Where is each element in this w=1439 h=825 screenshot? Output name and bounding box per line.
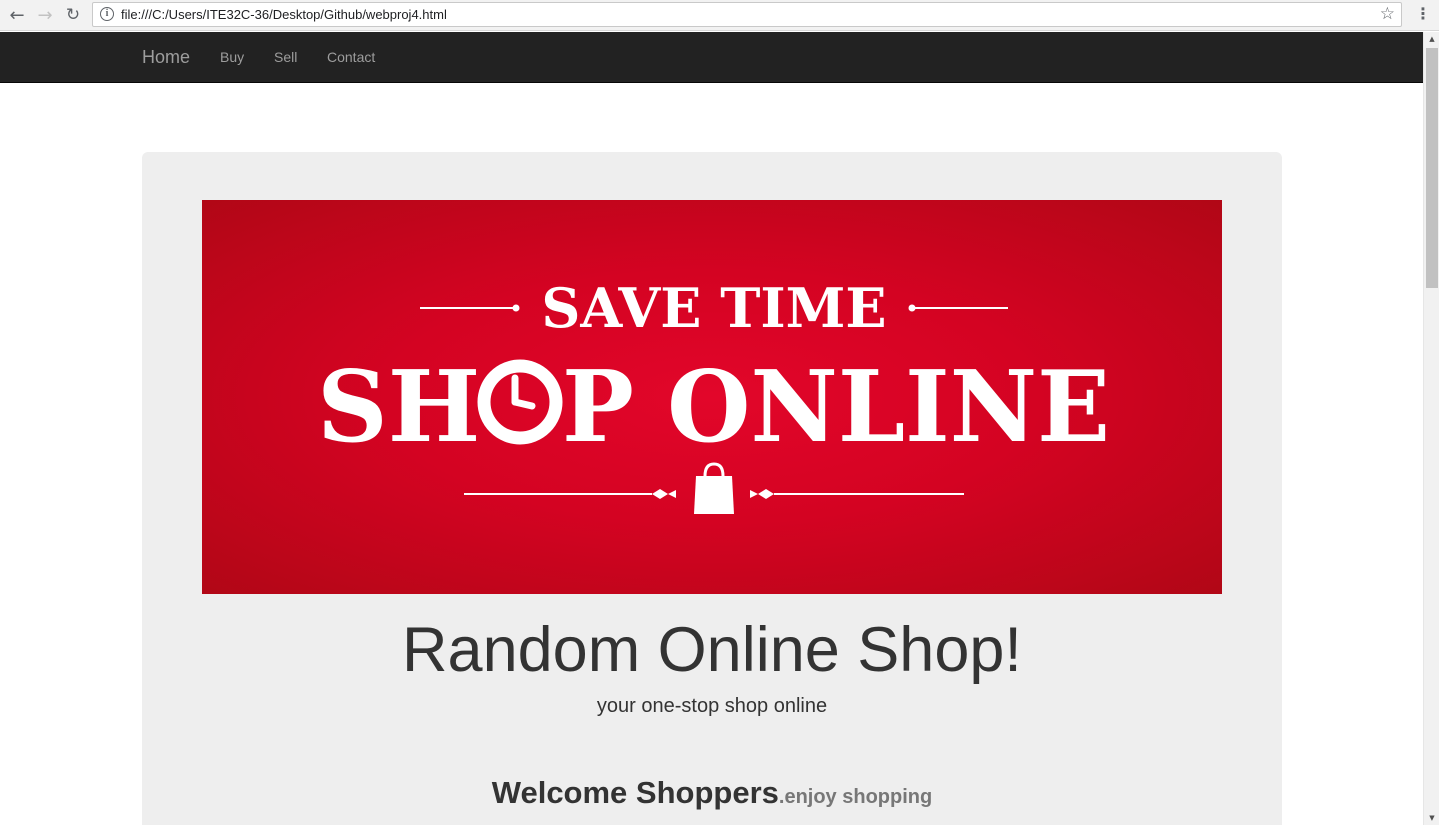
bookmark-star-icon[interactable]: ☆ — [1380, 4, 1395, 24]
welcome-subtext: .enjoy shopping — [778, 786, 933, 808]
nav-contact-link[interactable]: Contact — [327, 49, 375, 65]
jumbotron: SAVE TIME SH P ONLINE Random Online Shop… — [142, 152, 1282, 825]
browser-toolbar: ← → ↻ i file:///C:/Users/ITE32C-36/Deskt… — [0, 0, 1439, 31]
back-arrow-icon[interactable]: ← — [5, 3, 29, 27]
scroll-up-arrow-icon[interactable]: ▲ — [1424, 32, 1439, 46]
nav-buy-link[interactable]: Buy — [220, 49, 244, 65]
page-headline: Random Online Shop! — [402, 615, 1022, 685]
page-scrollbar[interactable]: ▲ ▼ — [1423, 32, 1439, 825]
banner-line2-part2: P ONLINE — [562, 350, 1110, 465]
page-tagline: your one-stop shop online — [596, 695, 828, 717]
welcome-text: Welcome Shoppers — [491, 775, 779, 810]
forward-arrow-icon[interactable]: → — [33, 3, 57, 27]
shopping-bag-icon — [694, 462, 734, 514]
address-bar[interactable]: i file:///C:/Users/ITE32C-36/Desktop/Git… — [92, 2, 1402, 27]
browser-menu-icon[interactable]: ⋮ — [1413, 3, 1433, 27]
banner-line2-part1: SH — [317, 350, 480, 465]
page-viewport: Home Buy Sell Contact SAVE TIME SH P ONL… — [0, 32, 1423, 825]
nav-home-link[interactable]: Home — [142, 47, 190, 68]
welcome-heading: Welcome Shoppers.enjoy shopping — [142, 775, 1282, 811]
reload-icon[interactable]: ↻ — [61, 3, 85, 27]
url-text[interactable]: file:///C:/Users/ITE32C-36/Desktop/Githu… — [121, 7, 447, 22]
info-icon[interactable]: i — [100, 7, 114, 21]
scrollbar-thumb[interactable] — [1426, 48, 1438, 288]
banner-line1: SAVE TIME — [541, 276, 886, 340]
shop-online-banner: SAVE TIME SH P ONLINE — [202, 200, 1222, 594]
top-navbar: Home Buy Sell Contact — [0, 32, 1423, 83]
nav-sell-link[interactable]: Sell — [274, 49, 297, 65]
clock-icon — [477, 359, 563, 445]
scroll-down-arrow-icon[interactable]: ▼ — [1424, 811, 1439, 825]
